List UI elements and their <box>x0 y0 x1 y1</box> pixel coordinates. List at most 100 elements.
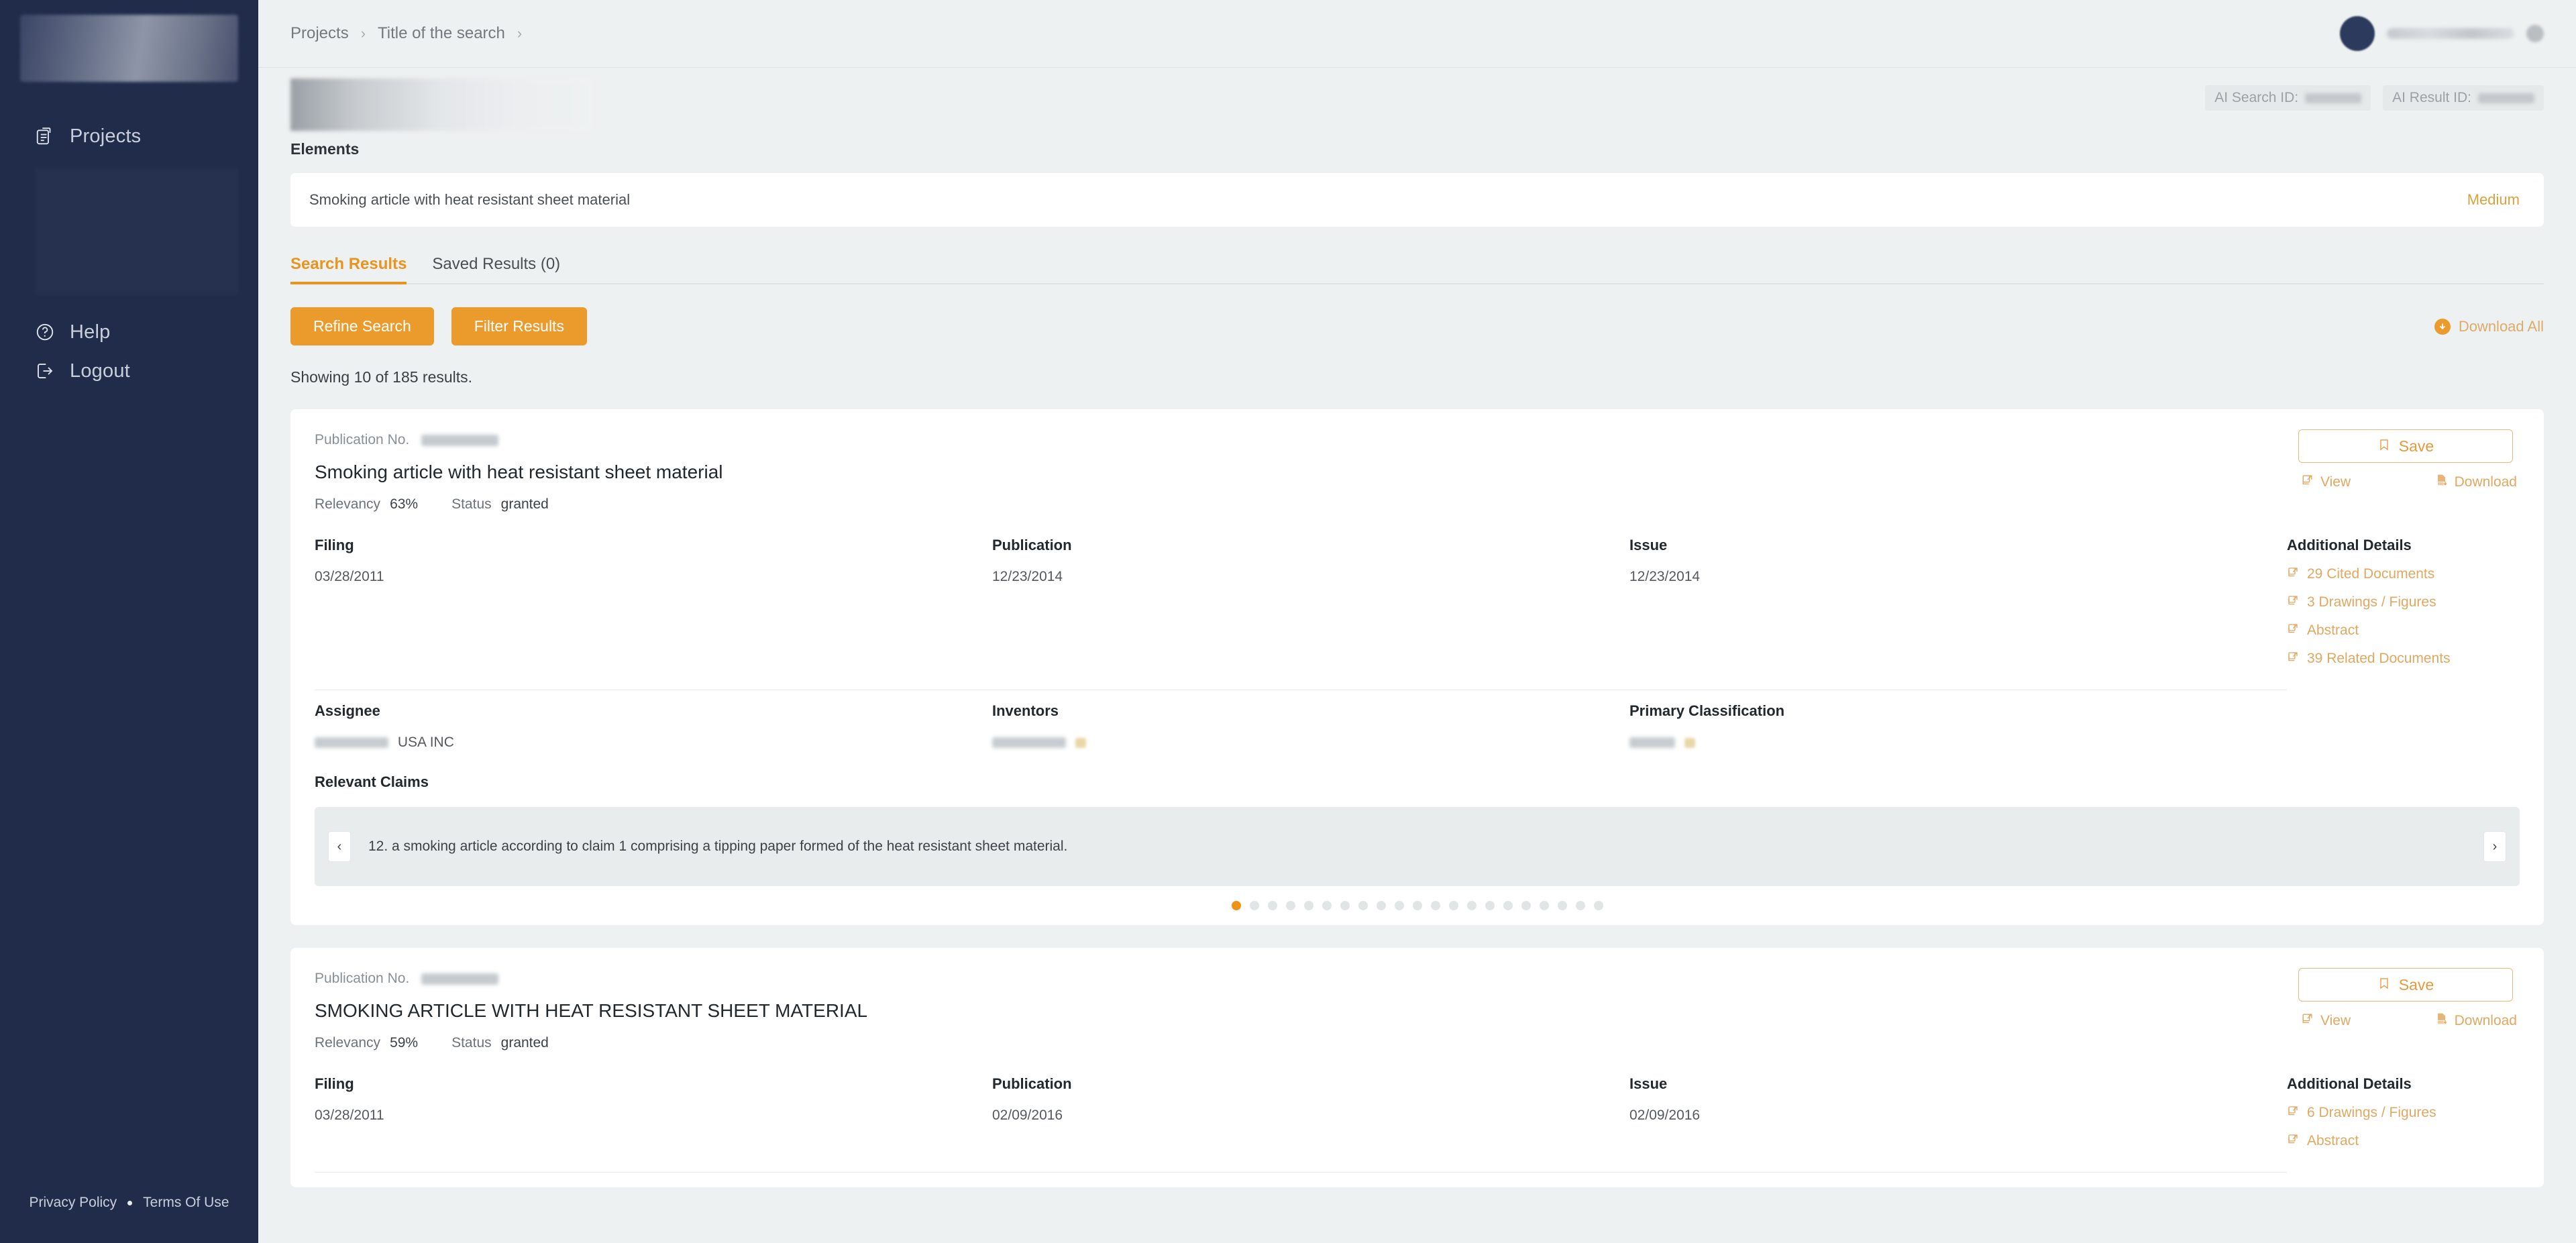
claim-dot[interactable] <box>1557 901 1567 910</box>
download-all-button[interactable]: Download All <box>2434 318 2544 335</box>
tab-search-results[interactable]: Search Results <box>290 255 407 284</box>
bookmark-icon <box>2377 976 2391 994</box>
sidebar-item-projects[interactable]: Projects <box>0 117 258 156</box>
claims-next-button[interactable]: › <box>2483 831 2506 862</box>
element-text: Smoking article with heat resistant shee… <box>309 191 631 208</box>
ai-search-id-label: AI Search ID: <box>2214 90 2299 105</box>
claim-dot[interactable] <box>1249 901 1259 910</box>
claim-dot[interactable] <box>1412 901 1422 910</box>
parties-row-spacer <box>2287 702 2520 751</box>
sidebar-submenu-placeholder <box>35 168 238 295</box>
result-card-header-left: Publication No. Smoking article with hea… <box>315 429 723 512</box>
tab-saved-results[interactable]: Saved Results (0) <box>432 255 560 283</box>
abstract-link[interactable]: Abstract <box>2287 1133 2520 1149</box>
user-menu[interactable] <box>2340 16 2544 51</box>
privacy-policy-link[interactable]: Privacy Policy <box>29 1195 117 1211</box>
claim-dot[interactable] <box>1322 901 1332 910</box>
claim-dot[interactable] <box>1376 901 1386 910</box>
result-dates-row: Filing 03/28/2011 Publication 02/09/2016… <box>315 1075 2520 1149</box>
claim-dot[interactable] <box>1503 901 1513 910</box>
claim-dot[interactable] <box>1430 901 1440 910</box>
field-primary-classification: Primary Classification <box>1629 702 2287 751</box>
additional-details: Additional Details 6 Drawings / Figures <box>2287 1075 2520 1149</box>
claim-dot[interactable] <box>1267 901 1277 910</box>
inventors-redacted-amber <box>1075 737 1086 748</box>
claim-dot[interactable] <box>1466 901 1477 910</box>
breadcrumb-item-projects[interactable]: Projects <box>290 24 349 43</box>
claim-dot[interactable] <box>1340 901 1350 910</box>
external-link-icon <box>2301 474 2314 490</box>
gear-icon[interactable] <box>2526 25 2544 42</box>
sidebar-footer: Privacy Policy Terms Of Use <box>0 1195 258 1211</box>
ai-result-id-value-redacted <box>2478 93 2534 103</box>
claim-dot[interactable] <box>1303 901 1313 910</box>
element-row[interactable]: Smoking article with heat resistant shee… <box>290 173 2544 227</box>
breadcrumb-item-search-title[interactable]: Title of the search <box>378 24 505 43</box>
hero-bar: AI Search ID: AI Result ID: <box>258 68 2576 135</box>
primary-classification-value <box>1629 735 2287 751</box>
relevancy-value: 59% <box>390 1035 419 1050</box>
sidebar-item-help[interactable]: Help <box>0 313 258 352</box>
assignee-suffix: USA INC <box>397 735 454 750</box>
drawings-figures-link[interactable]: 3 Drawings / Figures <box>2287 594 2520 610</box>
claim-dot[interactable] <box>1231 901 1241 910</box>
view-button[interactable]: View <box>2301 1012 2351 1029</box>
result-card-actions: Save View Download <box>2298 968 2520 1051</box>
results-tabs: Search Results Saved Results (0) <box>290 255 2544 284</box>
view-button[interactable]: View <box>2301 474 2351 490</box>
topbar: Projects › Title of the search › <box>258 0 2576 68</box>
search-title-placeholder <box>290 78 592 131</box>
claim-dot[interactable] <box>1394 901 1404 910</box>
claim-dot[interactable] <box>1593 901 1603 910</box>
filter-results-button[interactable]: Filter Results <box>451 307 587 345</box>
download-button[interactable]: Download <box>2435 1012 2517 1029</box>
external-link-icon <box>2287 1105 2299 1121</box>
publication-no-value-redacted <box>421 434 499 446</box>
filing-value: 03/28/2011 <box>315 1107 384 1123</box>
external-link-icon <box>2287 651 2299 667</box>
relevant-claims: Relevant Claims ‹ 12. a smoking article … <box>315 773 2520 910</box>
issue-value: 12/23/2014 <box>1629 569 1701 584</box>
claim-dot[interactable] <box>1448 901 1458 910</box>
assignee-redacted <box>315 737 388 749</box>
related-documents-link[interactable]: 39 Related Documents <box>2287 651 2520 667</box>
publication-label: Publication <box>992 1075 1072 1092</box>
external-link-icon <box>2287 594 2299 610</box>
publication-no-label: Publication No. <box>315 971 410 986</box>
refine-search-button[interactable]: Refine Search <box>290 307 434 345</box>
view-label: View <box>2320 474 2351 490</box>
sidebar-nav-lower: Help Logout <box>0 313 258 390</box>
abstract-link[interactable]: Abstract <box>2287 623 2520 639</box>
sidebar-item-logout[interactable]: Logout <box>0 352 258 390</box>
sidebar-nav: Projects Help Logout <box>0 117 258 390</box>
external-link-icon <box>2287 1133 2299 1149</box>
result-dates-row: Filing 03/28/2011 Publication 12/23/2014… <box>315 537 2520 667</box>
terms-of-use-link[interactable]: Terms Of Use <box>143 1195 229 1211</box>
status-value: granted <box>500 1035 549 1050</box>
brand-logo[interactable] <box>20 15 238 82</box>
toolbar-buttons: Refine Search Filter Results <box>290 307 587 345</box>
publication-no: Publication No. <box>315 971 867 987</box>
claim-dot[interactable] <box>1575 901 1585 910</box>
file-download-icon <box>2435 1012 2448 1029</box>
claim-dot[interactable] <box>1285 901 1295 910</box>
claims-prev-button[interactable]: ‹ <box>328 831 351 862</box>
elements-heading: Elements <box>290 140 360 158</box>
claim-dot[interactable] <box>1358 901 1368 910</box>
clipboard-list-icon <box>35 126 70 146</box>
claim-dot[interactable] <box>1485 901 1495 910</box>
publication-value: 12/23/2014 <box>992 569 1063 584</box>
view-download-row: View Download <box>2298 474 2520 490</box>
result-title[interactable]: SMOKING ARTICLE WITH HEAT RESISTANT SHEE… <box>315 1000 867 1022</box>
result-title[interactable]: Smoking article with heat resistant shee… <box>315 462 723 483</box>
save-button[interactable]: Save <box>2298 968 2513 1002</box>
inventors-value <box>992 735 1629 751</box>
download-button[interactable]: Download <box>2435 474 2517 490</box>
cited-documents-link[interactable]: 29 Cited Documents <box>2287 566 2520 582</box>
claim-dot[interactable] <box>1539 901 1549 910</box>
save-button-label: Save <box>2398 975 2434 993</box>
drawings-figures-link[interactable]: 6 Drawings / Figures <box>2287 1105 2520 1121</box>
ai-result-id-chip: AI Result ID: <box>2383 85 2544 111</box>
claim-dot[interactable] <box>1521 901 1531 910</box>
save-button[interactable]: Save <box>2298 429 2513 463</box>
